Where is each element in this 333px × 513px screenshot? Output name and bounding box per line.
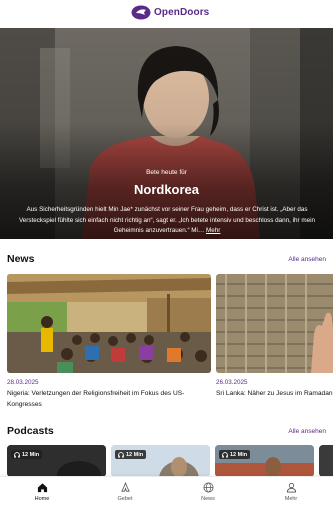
podcasts-section-title: Podcasts xyxy=(7,425,54,437)
logo-text: OpenDoors xyxy=(154,7,210,18)
nav-label-prayer: Gebet xyxy=(117,496,133,502)
hero-more-link[interactable]: Mehr xyxy=(206,227,220,234)
home-icon xyxy=(37,483,47,493)
podcast-card[interactable] xyxy=(319,445,333,477)
podcast-duration-badge: 12 Min xyxy=(219,450,251,459)
news-image-sri-lanka xyxy=(216,274,333,373)
open-doors-logo[interactable]: OpenDoors xyxy=(131,5,209,20)
hero-story-body: Aus Sicherheitsgründen hielt Min Jae* zu… xyxy=(18,206,316,234)
bottom-navigation: Home Gebet News Mehr xyxy=(0,476,333,513)
news-title: Sri Lanka: Näher zu Jesus im Ramadan xyxy=(216,390,333,397)
podcast-card[interactable]: 12 Min xyxy=(7,445,106,477)
user-icon xyxy=(286,482,296,493)
hero-story-text: Aus Sicherheitsgründen hielt Min Jae* zu… xyxy=(18,205,316,237)
news-card[interactable]: 26.03.2025 Sri Lanka: Näher zu Jesus im … xyxy=(216,274,333,414)
podcast-duration-badge: 12 Min xyxy=(11,450,43,459)
prayer-icon xyxy=(120,482,130,492)
headphones-icon xyxy=(222,451,228,458)
hero-country-title: Nordkorea xyxy=(133,182,200,197)
news-date: 28.03.2025 xyxy=(7,379,39,386)
nav-item-more[interactable]: Mehr xyxy=(261,482,321,502)
dove-logo-icon xyxy=(131,5,151,20)
hero-kicker: Bete heute für xyxy=(146,169,187,176)
news-card[interactable]: 28.03.2025 Nigeria: Verletzungen der Rel… xyxy=(7,274,211,414)
news-date: 26.03.2025 xyxy=(216,379,248,386)
news-image-nigeria xyxy=(7,274,211,373)
headphones-icon xyxy=(14,451,20,458)
podcasts-see-all-link[interactable]: Alle ansehen xyxy=(288,428,326,435)
podcast-duration-badge: 12 Min xyxy=(115,450,147,459)
podcast-card[interactable]: 12 Min xyxy=(215,445,314,477)
prayer-hero-banner[interactable]: Bete heute für Nordkorea Aus Sicherheits… xyxy=(0,28,333,239)
nav-item-prayer[interactable]: Gebet xyxy=(95,482,155,502)
top-bar: OpenDoors xyxy=(0,0,333,28)
news-section-title: News xyxy=(7,253,35,265)
nav-item-home[interactable]: Home xyxy=(12,482,72,502)
nav-label-more: Mehr xyxy=(284,496,298,502)
nav-label-news: News xyxy=(201,496,215,502)
nav-label-home: Home xyxy=(34,496,50,502)
podcast-card[interactable]: 12 Min xyxy=(111,445,210,477)
news-see-all-link[interactable]: Alle ansehen xyxy=(288,256,326,263)
headphones-icon xyxy=(118,451,124,458)
globe-icon xyxy=(203,482,213,493)
nav-item-news[interactable]: News xyxy=(178,482,238,502)
news-title: Nigeria: Verletzungen der Religionsfreih… xyxy=(7,390,185,408)
